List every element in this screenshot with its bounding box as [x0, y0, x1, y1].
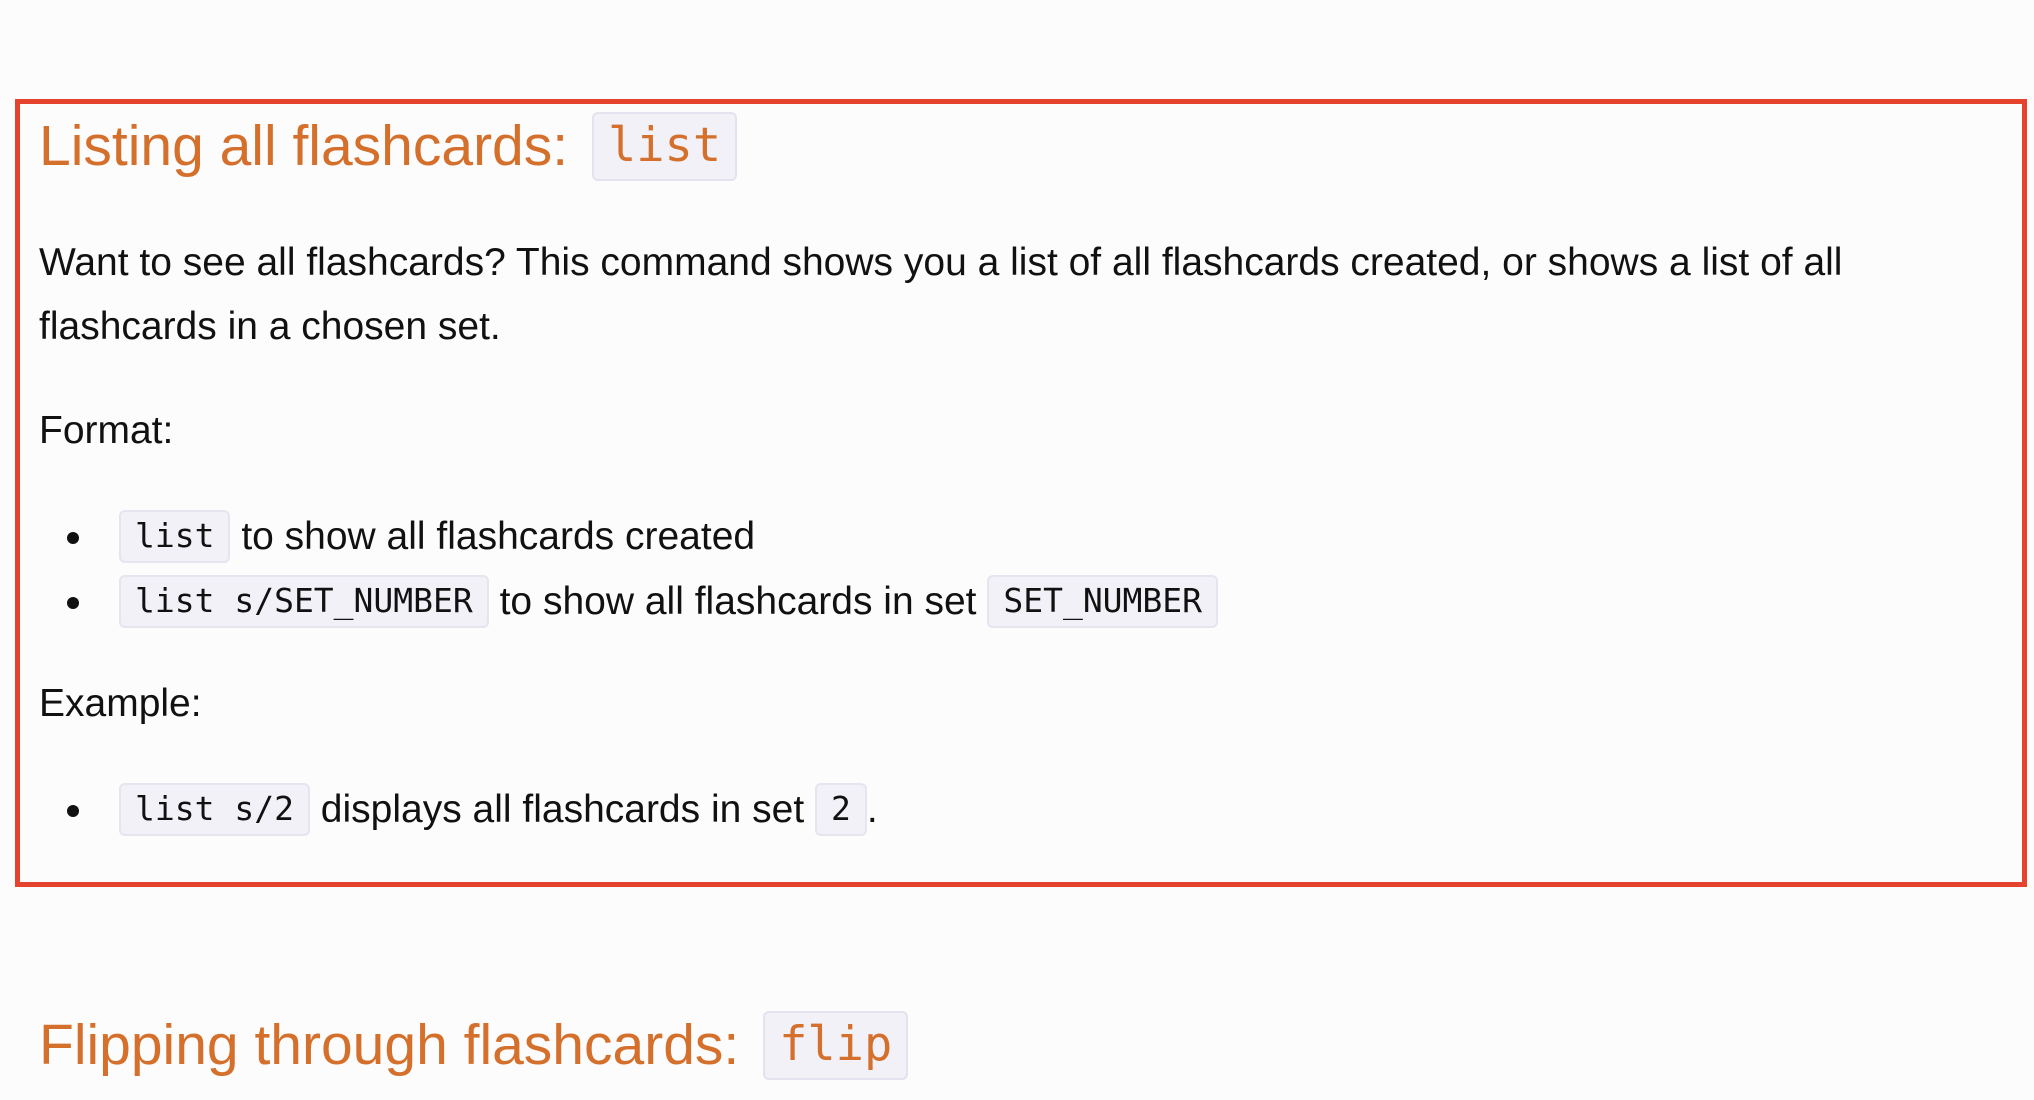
section-heading-list: Listing all flashcards: list [39, 112, 738, 181]
example-label: Example: [39, 682, 202, 725]
inline-code: list s/2 [119, 783, 310, 836]
heading-code: flip [763, 1011, 909, 1080]
example-list: list s/2 displays all flashcards in set … [39, 776, 878, 841]
format-list: list to show all flashcards created list… [39, 503, 1219, 633]
section-heading-flip: Flipping through flashcards: flip [39, 1011, 909, 1080]
list-item-text: displays all flashcards in set [309, 788, 816, 831]
heading-text: Flipping through flashcards: [39, 1013, 756, 1077]
list-item: list to show all flashcards created [66, 503, 1218, 568]
list-item-text: to show all flashcards created [230, 515, 756, 558]
list-item-text: to show all flashcards in set [488, 580, 988, 623]
heading-code: list [591, 112, 738, 181]
inline-code: list [119, 510, 231, 563]
list-item: list s/2 displays all flashcards in set … [67, 776, 878, 841]
list-item: list s/SET_NUMBER to show all flashcards… [66, 568, 1219, 633]
section-description: Want to see all flashcards? This command… [39, 241, 1843, 348]
inline-code: SET_NUMBER [987, 575, 1219, 628]
inline-code: 2 [815, 783, 867, 836]
inline-code: list s/SET_NUMBER [119, 575, 489, 628]
heading-text: Listing all flashcards: [39, 114, 584, 178]
format-label: Format: [39, 409, 174, 452]
highlight-box [15, 99, 2027, 887]
list-item-suffix: . [866, 788, 878, 831]
